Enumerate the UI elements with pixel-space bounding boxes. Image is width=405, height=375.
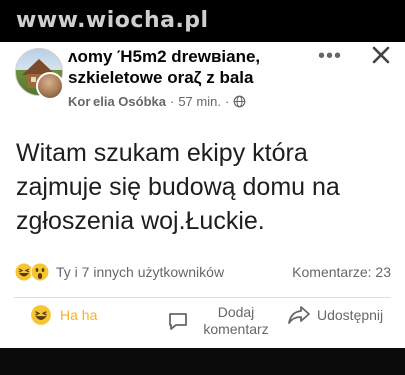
- globe-icon: [233, 95, 246, 108]
- post-meta: Kor elia Osóbka · 57 min. ·: [68, 94, 246, 109]
- bottom-strip: [0, 348, 405, 375]
- post-card: ʌomy Ή5m2 drewʙiane, szkieletowe oraζ z …: [0, 42, 405, 348]
- post-body-text: Witam szukam ekipy która zajmuje się bud…: [16, 139, 340, 235]
- author-avatar[interactable]: [36, 72, 64, 100]
- share-button[interactable]: Udostępnij: [287, 304, 383, 326]
- watermark-text: www.wiocha.pl: [16, 8, 209, 33]
- share-label: Udostępnij: [317, 307, 384, 323]
- post-time[interactable]: 57 min.: [178, 94, 221, 109]
- comment-button[interactable]: Dodaj komentarz: [166, 304, 278, 338]
- reactions-text[interactable]: Ty i 7 innych użytkowników: [56, 264, 224, 280]
- author-name[interactable]: Kor elia Osóbka: [68, 94, 166, 109]
- watermark-bar: www.wiocha.pl: [0, 0, 405, 42]
- haha-emoji-icon: [31, 305, 51, 325]
- share-arrow-icon: [288, 306, 310, 324]
- wow-emoji-icon: [30, 262, 50, 282]
- comment-label: Dodaj komentarz: [203, 304, 269, 337]
- comment-icon: [169, 313, 187, 330]
- actions-divider: [14, 297, 391, 298]
- group-name[interactable]: ʌomy Ή5m2 drewʙiane, szkieletowe oraζ z …: [68, 46, 308, 88]
- meta-separator: ·: [169, 94, 175, 109]
- meta-separator: ·: [224, 94, 230, 109]
- comment-count[interactable]: Komentarze: 23: [292, 264, 391, 280]
- haha-label: Ha ha: [60, 307, 98, 323]
- more-options-icon[interactable]: •••: [318, 46, 342, 66]
- haha-reaction-button[interactable]: Ha ha: [30, 304, 97, 326]
- close-icon[interactable]: [370, 44, 392, 66]
- reactions-summary[interactable]: Ty i 7 innych użytkowników: [14, 262, 224, 282]
